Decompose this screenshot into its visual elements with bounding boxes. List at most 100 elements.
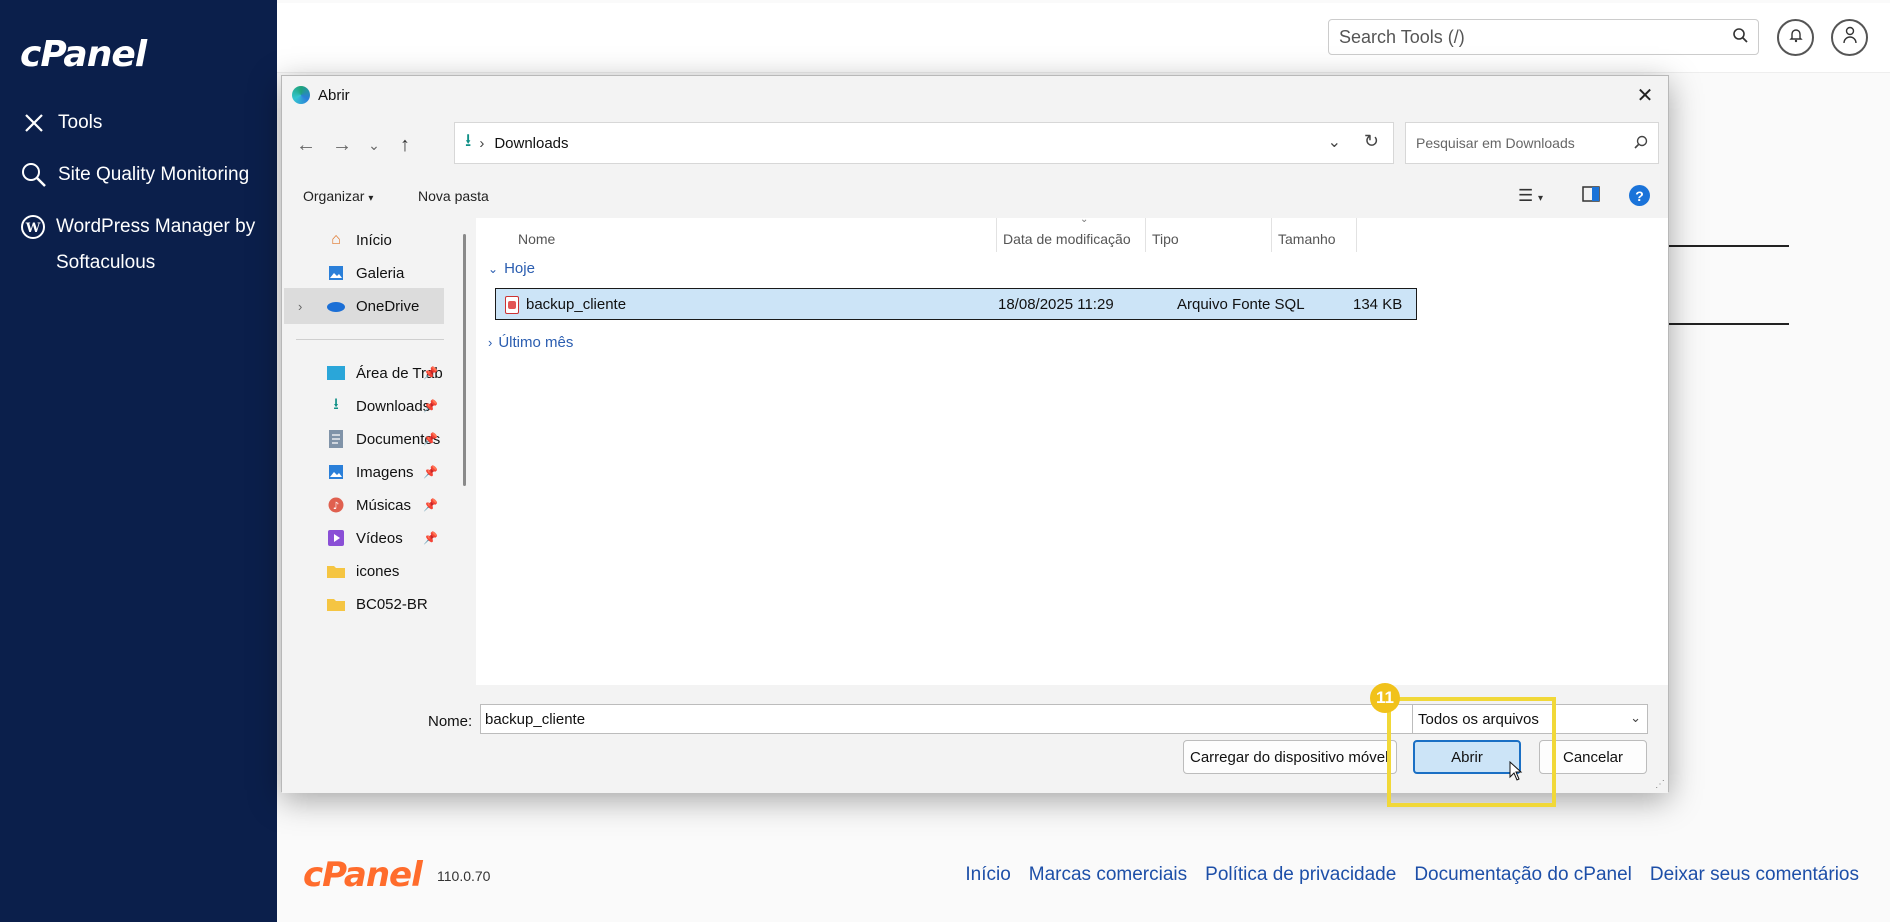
file-row[interactable]: backup_cliente 18/08/2025 11:29 Arquivo … <box>495 288 1417 320</box>
file-list: Nome ⌄ Data de modificação Tipo Tamanho … <box>476 214 1668 685</box>
preview-pane-icon[interactable] <box>1582 186 1600 207</box>
sidebar-item-label: WordPress Manager by Softaculous <box>56 216 256 273</box>
address-bar[interactable]: ⭳ › Downloads ⌄ ↻ <box>454 122 1394 164</box>
nav-item-desktop[interactable]: Área de Trab 📌 <box>282 355 444 391</box>
nav-item-images[interactable]: Imagens 📌 <box>282 454 444 490</box>
view-options-icon[interactable]: ☰ ▾ <box>1518 186 1543 206</box>
group-header-last-month[interactable]: › Último mês <box>488 334 573 351</box>
column-divider <box>1356 218 1357 252</box>
sidebar-item-tools[interactable]: Tools <box>20 105 102 141</box>
tutorial-highlight-box <box>1387 697 1556 807</box>
breadcrumb-separator-icon: › <box>479 134 485 152</box>
pin-icon: 📌 <box>423 432 438 446</box>
navigation-scrollbar[interactable] <box>463 234 466 486</box>
group-header-today[interactable]: ⌄ Hoje <box>488 260 535 277</box>
upload-from-mobile-button[interactable]: Carregar do dispositivo móvel <box>1183 740 1397 774</box>
file-size: 134 KB <box>1353 296 1403 313</box>
nav-item-onedrive[interactable]: › OneDrive <box>284 288 444 324</box>
new-folder-button[interactable]: Nova pasta <box>418 188 489 204</box>
nav-item-label: Início <box>356 231 392 249</box>
folder-icon <box>324 561 348 581</box>
cpanel-logo[interactable]: cPanel <box>20 34 147 75</box>
dialog-title: Abrir <box>318 86 350 104</box>
help-icon[interactable]: ? <box>1629 185 1650 206</box>
footer-link-home[interactable]: Início <box>965 864 1010 886</box>
bell-icon <box>1788 27 1804 48</box>
footer-cpanel-logo: cPanel <box>303 855 423 895</box>
chevron-down-icon: ⌄ <box>1630 710 1641 725</box>
search-quality-icon <box>20 157 48 193</box>
up-arrow-icon[interactable]: ↑ <box>392 132 418 158</box>
forward-arrow-icon[interactable]: → <box>329 132 355 158</box>
column-header-modified[interactable]: Data de modificação <box>1003 225 1131 253</box>
nav-item-videos[interactable]: Vídeos 📌 <box>282 520 444 556</box>
sort-chevron-icon: ⌄ <box>1080 214 1089 225</box>
search-tools-placeholder: Search Tools (/) <box>1339 26 1465 47</box>
nav-item-label: Vídeos <box>356 529 403 547</box>
file-name: backup_cliente <box>526 296 627 313</box>
column-header-type[interactable]: Tipo <box>1152 225 1179 253</box>
caret-down-icon: ▾ <box>368 193 374 204</box>
footer-link-trademarks[interactable]: Marcas comerciais <box>1029 864 1187 886</box>
nav-item-home[interactable]: ⌂ Início <box>282 222 444 258</box>
footer-link-privacy[interactable]: Política de privacidade <box>1205 864 1396 886</box>
recent-locations-chevron-icon[interactable]: ⌄ <box>361 132 387 158</box>
pin-icon: 📌 <box>423 531 438 545</box>
search-downloads-input[interactable]: Pesquisar em Downloads <box>1405 122 1659 164</box>
edge-browser-icon <box>292 86 310 104</box>
nav-item-folder-bc052[interactable]: BC052-BR <box>282 586 444 622</box>
pin-icon: 📌 <box>423 465 438 479</box>
column-divider <box>1145 218 1146 252</box>
documents-icon <box>324 429 348 449</box>
wordpress-icon: W <box>20 209 46 245</box>
dialog-title-bar: Abrir <box>282 76 1668 114</box>
nav-item-label: BC052-BR <box>356 595 428 613</box>
column-header-name[interactable]: Nome <box>518 225 555 253</box>
nav-item-label: Músicas <box>356 496 412 514</box>
svg-text:♪: ♪ <box>333 501 339 512</box>
column-divider <box>1271 218 1272 252</box>
user-icon <box>1842 26 1858 49</box>
column-divider <box>996 218 997 252</box>
sidebar-item-wordpress-manager[interactable]: W WordPress Manager by Softaculous <box>20 209 260 281</box>
close-icon[interactable]: ✕ <box>1630 80 1660 110</box>
address-history-chevron-icon[interactable]: ⌄ <box>1328 132 1341 152</box>
notifications-button[interactable] <box>1777 19 1814 56</box>
nav-item-label: OneDrive <box>356 297 420 315</box>
resize-grip-icon[interactable]: ⋰ <box>1655 779 1665 790</box>
refresh-icon[interactable]: ↻ <box>1364 131 1379 152</box>
search-downloads-placeholder: Pesquisar em Downloads <box>1416 135 1575 151</box>
sidebar-item-label: Site Quality Monitoring <box>58 164 250 185</box>
footer-link-feedback[interactable]: Deixar seus comentários <box>1650 864 1859 886</box>
pin-icon: 📌 <box>423 366 438 380</box>
breadcrumb-current[interactable]: Downloads <box>494 135 568 152</box>
svg-text:W: W <box>25 221 41 236</box>
footer-link-docs[interactable]: Documentação do cPanel <box>1414 864 1632 886</box>
background-divider <box>1669 323 1789 325</box>
tools-icon <box>20 105 48 141</box>
file-name-label: Nome: <box>428 713 473 730</box>
user-menu-button[interactable] <box>1831 19 1868 56</box>
nav-item-label: Imagens <box>356 463 414 481</box>
chevron-down-icon: ⌄ <box>488 261 499 276</box>
column-header-size[interactable]: Tamanho <box>1278 225 1336 253</box>
nav-item-label: icones <box>356 562 400 580</box>
organize-button[interactable]: Organizar ▾ <box>303 188 373 204</box>
nav-divider <box>296 339 444 340</box>
nav-item-downloads[interactable]: ⭳ Downloads 📌 <box>282 388 444 424</box>
desktop-icon <box>324 363 348 383</box>
nav-item-gallery[interactable]: Galeria <box>282 255 444 291</box>
nav-item-music[interactable]: ♪ Músicas 📌 <box>282 487 444 523</box>
search-icon[interactable] <box>1732 27 1748 48</box>
nav-item-label: Galeria <box>356 264 405 282</box>
nav-item-folder-icones[interactable]: icones <box>282 553 444 589</box>
file-name-input[interactable]: backup_cliente <box>480 704 1434 734</box>
onedrive-icon <box>324 296 348 316</box>
search-tools-input[interactable]: Search Tools (/) <box>1328 19 1759 55</box>
sidebar-item-site-quality-monitoring[interactable]: Site Quality Monitoring <box>20 157 249 193</box>
group-label: Último mês <box>498 334 574 351</box>
search-icon <box>1634 135 1648 152</box>
back-arrow-icon[interactable]: ← <box>293 132 319 158</box>
nav-item-documents[interactable]: Documentos 📌 <box>282 421 444 457</box>
group-label: Hoje <box>504 260 535 277</box>
